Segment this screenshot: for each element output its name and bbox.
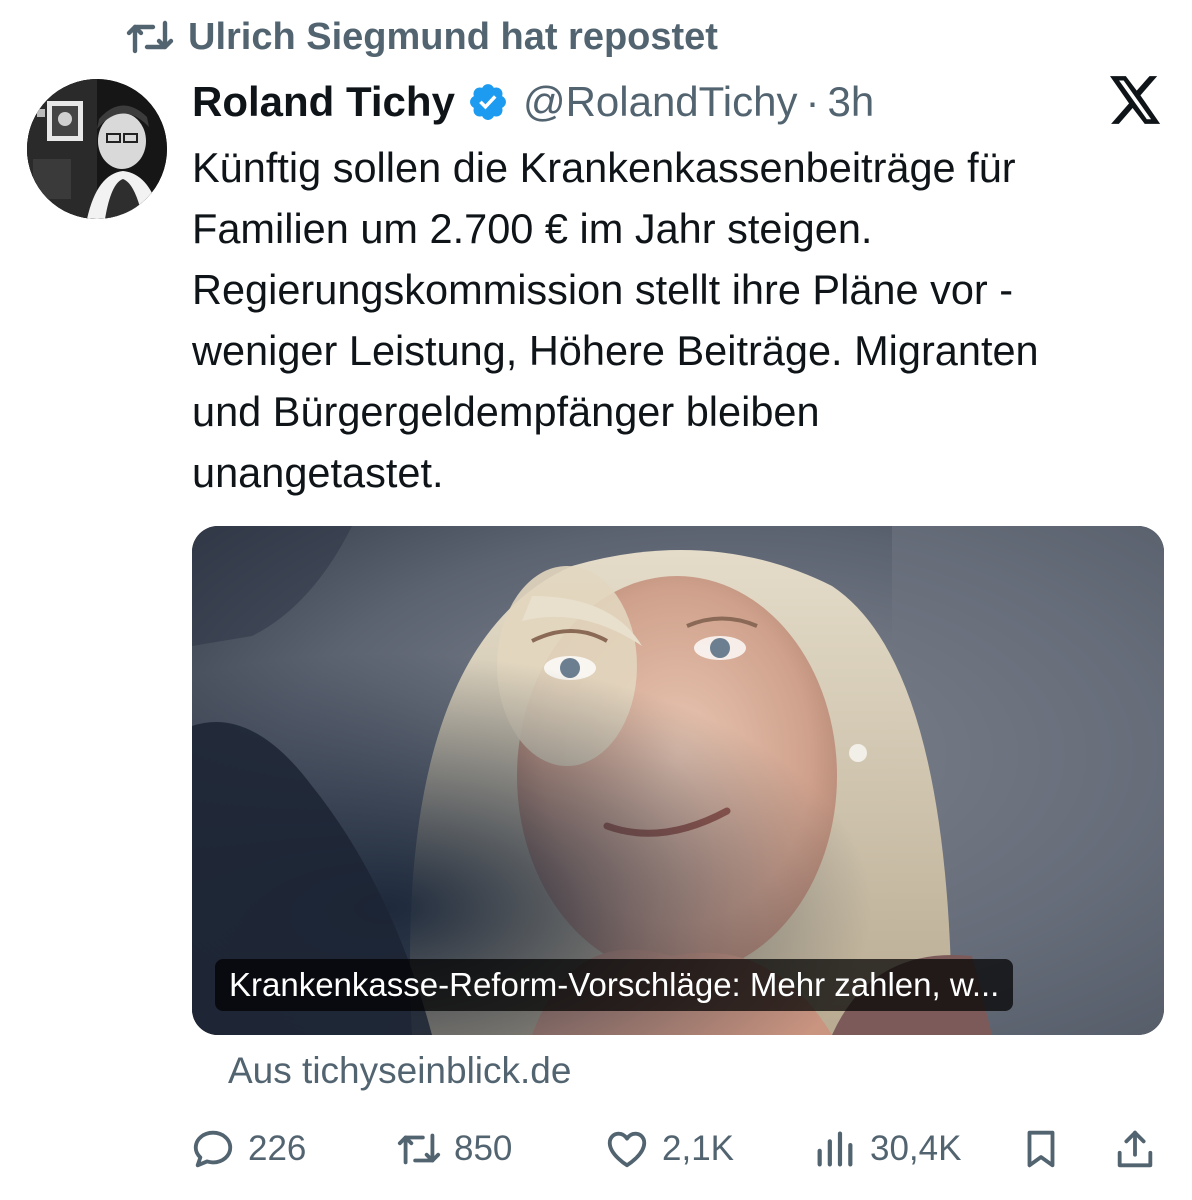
verified-badge-icon[interactable]	[467, 81, 509, 123]
repost-count: 850	[454, 1129, 513, 1168]
reply-count: 226	[248, 1129, 307, 1168]
author-avatar[interactable]	[27, 79, 167, 219]
tweet-text-line: Künftig sollen die Krankenkassenbeiträge…	[192, 144, 1016, 191]
tweet-text-line: Familien um 2.700 € im Jahr steigen.	[192, 205, 873, 252]
tweet-timestamp[interactable]: 3h	[827, 78, 874, 126]
share-icon	[1117, 1130, 1153, 1168]
views-button[interactable]: 30,4K	[812, 1118, 961, 1180]
views-count: 30,4K	[870, 1129, 962, 1168]
author-name[interactable]: Roland Tichy	[192, 78, 455, 126]
repost-text: Ulrich Siegmund hat repostet	[188, 15, 718, 58]
card-title: Krankenkasse-Reform-Vorschläge: Mehr zah…	[215, 959, 1014, 1011]
card-source[interactable]: Aus tichyseinblick.de	[228, 1050, 571, 1092]
tweet-text-line: weniger Leistung, Höhere Beiträge. Migra…	[192, 327, 1039, 374]
views-icon	[817, 1131, 853, 1167]
repost-icon	[397, 1133, 441, 1165]
header-separator: ·	[805, 78, 820, 125]
tweet-text-line: Regierungskommission stellt ihre Pläne v…	[192, 266, 1014, 313]
bookmark-icon	[1027, 1130, 1055, 1168]
tweet-header: Roland Tichy @RolandTichy · 3h	[192, 72, 874, 132]
repost-icon	[126, 20, 174, 54]
tweet-text-line: unangetastet.	[192, 449, 444, 496]
like-count: 2,1K	[662, 1129, 734, 1168]
heart-icon	[607, 1131, 647, 1168]
tweet-text-line: und Bürgergeldempfänger bleiben	[192, 388, 820, 435]
share-button[interactable]	[1112, 1118, 1158, 1180]
action-bar: 226 850 2,1K 30,4K	[190, 1118, 1170, 1180]
link-card[interactable]: Krankenkasse-Reform-Vorschläge: Mehr zah…	[192, 526, 1164, 1035]
reply-icon	[193, 1130, 233, 1168]
reply-button[interactable]: 226	[190, 1118, 306, 1180]
repost-context[interactable]: Ulrich Siegmund hat repostet	[126, 14, 718, 60]
repost-button[interactable]: 850	[396, 1118, 512, 1180]
tweet-text: Künftig sollen die Krankenkassenbeiträge…	[192, 137, 1172, 503]
like-button[interactable]: 2,1K	[604, 1118, 734, 1180]
author-handle[interactable]: @RolandTichy	[523, 78, 798, 126]
bookmark-button[interactable]	[1018, 1118, 1064, 1180]
x-logo-icon	[1110, 76, 1161, 124]
